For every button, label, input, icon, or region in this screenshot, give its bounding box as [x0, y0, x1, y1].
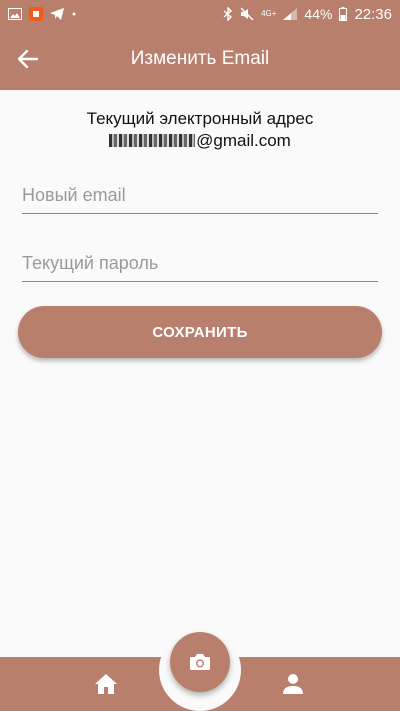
status-bar: 4G+ 44% 22:36 [0, 0, 400, 28]
dot-icon [71, 11, 77, 17]
redacted-username [109, 134, 196, 147]
image-icon [8, 8, 22, 20]
page-title: Изменить Email [130, 48, 270, 69]
battery-icon [339, 7, 348, 21]
app-bar: Изменить Email [0, 28, 400, 90]
current-email-domain: @gmail.com [196, 131, 291, 150]
home-icon [94, 673, 118, 695]
telegram-icon [50, 8, 64, 20]
signal-icon [283, 8, 298, 20]
status-left [8, 7, 77, 21]
status-right: 4G+ 44% 22:36 [223, 6, 392, 23]
battery-percent: 44% [304, 6, 333, 22]
nav-home[interactable] [92, 670, 120, 698]
mute-icon [240, 7, 254, 21]
bluetooth-icon [223, 7, 233, 21]
current-email-label: Текущий электронный адрес [86, 109, 314, 128]
current-password-field[interactable] [22, 246, 378, 282]
network-type: 4G+ [261, 9, 277, 18]
arrow-left-icon [18, 50, 38, 68]
camera-button[interactable] [170, 632, 230, 692]
camera-icon [189, 652, 211, 672]
profile-icon [282, 673, 304, 695]
back-button[interactable] [10, 41, 46, 77]
clock: 22:36 [354, 5, 392, 23]
new-email-field[interactable] [22, 178, 378, 214]
app-notification-icon [29, 7, 43, 21]
current-email-value: @gmail.com [0, 131, 400, 151]
save-button[interactable]: СОХРАНИТЬ [18, 306, 382, 358]
nav-profile[interactable] [279, 670, 307, 698]
